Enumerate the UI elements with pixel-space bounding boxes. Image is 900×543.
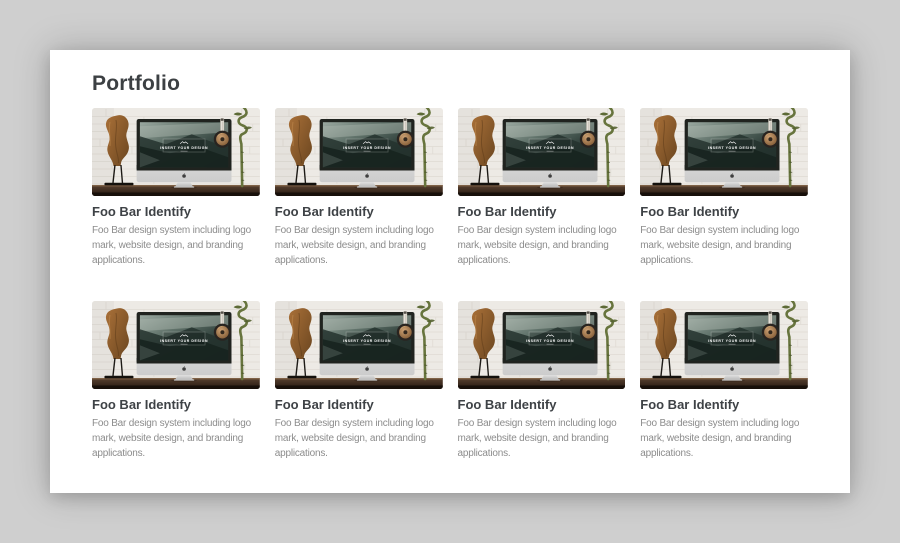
portfolio-item-title: Foo Bar Identify (92, 397, 260, 412)
screen-heading-text: INSERT YOUR DESIGN (708, 339, 756, 343)
portfolio-item-description: Foo Bar design system including logo mar… (640, 223, 808, 268)
portfolio-thumbnail[interactable]: INSERT YOUR DESIGN (640, 108, 808, 196)
imac-mockup-image: INSERT YOUR DESIGN (92, 108, 260, 196)
portfolio-item-title: Foo Bar Identify (640, 397, 808, 412)
portfolio-item-description: Foo Bar design system including logo mar… (92, 223, 260, 268)
imac-computer: INSERT YOUR DESIGN (502, 119, 597, 189)
imac-mockup-image: INSERT YOUR DESIGN (458, 301, 626, 389)
portfolio-thumbnail[interactable]: INSERT YOUR DESIGN (458, 108, 626, 196)
imac-computer: INSERT YOUR DESIGN (685, 119, 780, 189)
portfolio-page-card: Portfolio (50, 50, 850, 493)
portfolio-card[interactable]: INSERT YOUR DESIGN (458, 301, 626, 461)
imac-mockup-image: INSERT YOUR DESIGN (275, 301, 443, 389)
imac-computer: INSERT YOUR DESIGN (137, 119, 232, 189)
portfolio-thumbnail[interactable]: INSERT YOUR DESIGN (275, 108, 443, 196)
portfolio-card[interactable]: INSERT YOUR DESIGN (640, 301, 808, 461)
imac-mockup-image: INSERT YOUR DESIGN (458, 108, 626, 196)
imac-screen-content: INSERT YOUR DESIGN (688, 315, 776, 360)
portfolio-card[interactable]: INSERT YOUR DESIGN (92, 301, 260, 461)
portfolio-card[interactable]: INSERT YOUR DESIGN (275, 301, 443, 461)
portfolio-thumbnail[interactable]: INSERT YOUR DESIGN (640, 301, 808, 389)
portfolio-item-description: Foo Bar design system including logo mar… (640, 416, 808, 461)
imac-computer: INSERT YOUR DESIGN (137, 312, 232, 382)
screen-heading-text: INSERT YOUR DESIGN (708, 146, 756, 150)
imac-screen-content: INSERT YOUR DESIGN (505, 122, 593, 167)
portfolio-card[interactable]: INSERT YOUR DESIGN (458, 108, 626, 268)
portfolio-thumbnail[interactable]: INSERT YOUR DESIGN (275, 301, 443, 389)
imac-screen-content: INSERT YOUR DESIGN (505, 315, 593, 360)
portfolio-item-description: Foo Bar design system including logo mar… (92, 416, 260, 461)
imac-mockup-image: INSERT YOUR DESIGN (275, 108, 443, 196)
portfolio-item-description: Foo Bar design system including logo mar… (275, 223, 443, 268)
screen-heading-text: INSERT YOUR DESIGN (343, 339, 391, 343)
portfolio-card[interactable]: INSERT YOUR DESIGN (275, 108, 443, 268)
portfolio-card[interactable]: INSERT YOUR DESIGN (92, 108, 260, 268)
imac-computer: INSERT YOUR DESIGN (319, 312, 414, 382)
portfolio-item-description: Foo Bar design system including logo mar… (458, 223, 626, 268)
portfolio-item-title: Foo Bar Identify (458, 397, 626, 412)
portfolio-item-description: Foo Bar design system including logo mar… (458, 416, 626, 461)
portfolio-grid: INSERT YOUR DESIGN (92, 108, 808, 461)
portfolio-card[interactable]: INSERT YOUR DESIGN (640, 108, 808, 268)
imac-computer: INSERT YOUR DESIGN (319, 119, 414, 189)
portfolio-item-title: Foo Bar Identify (275, 397, 443, 412)
portfolio-item-title: Foo Bar Identify (92, 204, 260, 219)
imac-screen-content: INSERT YOUR DESIGN (140, 315, 228, 360)
imac-computer: INSERT YOUR DESIGN (685, 312, 780, 382)
imac-screen-content: INSERT YOUR DESIGN (323, 122, 411, 167)
screen-heading-text: INSERT YOUR DESIGN (526, 146, 574, 150)
imac-screen-content: INSERT YOUR DESIGN (688, 122, 776, 167)
portfolio-thumbnail[interactable]: INSERT YOUR DESIGN (92, 301, 260, 389)
portfolio-thumbnail[interactable]: INSERT YOUR DESIGN (458, 301, 626, 389)
portfolio-item-title: Foo Bar Identify (275, 204, 443, 219)
screen-heading-text: INSERT YOUR DESIGN (160, 339, 208, 343)
screen-heading-text: INSERT YOUR DESIGN (160, 146, 208, 150)
screen-heading-text: INSERT YOUR DESIGN (343, 146, 391, 150)
portfolio-item-description: Foo Bar design system including logo mar… (275, 416, 443, 461)
imac-computer: INSERT YOUR DESIGN (502, 312, 597, 382)
portfolio-item-title: Foo Bar Identify (640, 204, 808, 219)
imac-mockup-image: INSERT YOUR DESIGN (640, 301, 808, 389)
imac-mockup-image: INSERT YOUR DESIGN (92, 301, 260, 389)
imac-mockup-image: INSERT YOUR DESIGN (640, 108, 808, 196)
imac-screen-content: INSERT YOUR DESIGN (323, 315, 411, 360)
portfolio-thumbnail[interactable]: INSERT YOUR DESIGN (92, 108, 260, 196)
imac-screen-content: INSERT YOUR DESIGN (140, 122, 228, 167)
screen-heading-text: INSERT YOUR DESIGN (526, 339, 574, 343)
page-title: Portfolio (92, 72, 808, 96)
portfolio-item-title: Foo Bar Identify (458, 204, 626, 219)
